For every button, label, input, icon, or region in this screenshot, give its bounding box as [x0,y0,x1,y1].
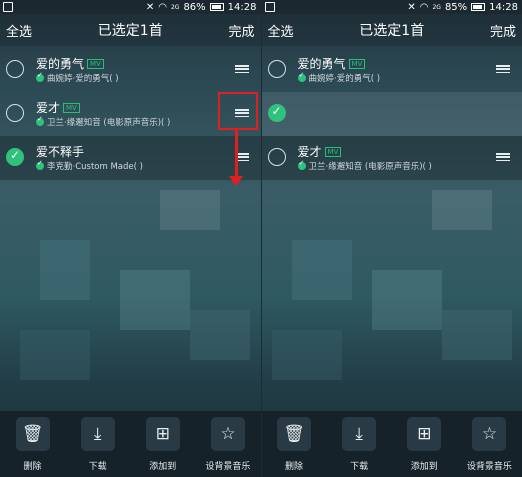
song-artist: 曲婉婷·爱的勇气( ) [308,74,381,84]
song-artist: 卫兰·缘邂知音 (电影原声音乐)( ) [308,162,432,172]
download-label: 下载 [350,462,369,472]
drag-handle-icon[interactable] [496,153,510,161]
title-bar: 全选 已选定1首 完成 [261,14,522,46]
screenshot-icon [3,2,13,12]
mute-icon: ✕ [145,1,155,13]
add-to-button[interactable]: ⊞ 添加到 [135,417,191,472]
drag-ghost [261,92,522,136]
mv-badge: MV [348,59,366,69]
select-radio[interactable] [267,148,286,166]
wifi-icon: ◠ [158,1,167,13]
select-all-button[interactable]: 全选 [268,21,294,40]
done-button[interactable]: 完成 [228,21,254,40]
delete-label: 删除 [285,462,304,472]
song-artist: 曲婉婷·爱的勇气( ) [47,74,119,84]
title-bar: 全选 已选定1首 完成 [0,14,261,46]
trash-icon: 🗑 [15,417,50,451]
trash-icon: 🗑 [277,417,312,451]
screenshot-icon [264,2,275,12]
status-bar: ✕ ◠ 2G 85% 14:28 [261,0,522,14]
page-title: 已选定1首 [359,23,425,39]
downloaded-icon [36,159,44,170]
annotation-arrow-head [229,176,243,186]
drag-handle-icon[interactable] [234,65,249,73]
page-title: 已选定1首 [97,23,163,39]
add-to-icon: ⊞ [407,417,442,451]
download-label: 下载 [88,462,107,472]
drag-handle-icon[interactable] [496,65,510,73]
add-to-label: 添加到 [149,462,177,472]
delete-button[interactable]: 🗑 删除 [266,417,322,472]
select-all-button[interactable]: 全选 [6,21,32,40]
list-item[interactable]: 爱才MV 卫兰·缘邂知音 (电影原声音乐)( ) [261,136,522,180]
left-screen: ✕ ◠ 2G 86% 14:28 全选 已选定1首 完成 爱的勇气MV 曲婉婷·… [0,0,261,477]
mv-badge: MV [63,103,80,113]
set-background-music-label: 设背景音乐 [205,462,251,472]
add-to-icon: ⊞ [145,417,180,451]
song-artist: 李克勤·Custom Made( ) [47,162,143,172]
annotation-arrow [235,130,238,180]
bottom-toolbar: 🗑 删除 ⤓ 下载 ⊞ 添加到 ☆ 设背景音乐 [261,411,522,477]
battery-icon [471,3,486,11]
annotation-highlight-box [218,92,258,130]
clock: 14:28 [227,1,257,13]
add-to-label: 添加到 [410,462,438,472]
select-radio[interactable] [267,104,286,122]
list-item[interactable]: 爱不释手 李克勤·Custom Made( ) [0,136,261,180]
set-background-music-button[interactable]: ☆ 设背景音乐 [461,417,517,472]
mv-badge: MV [87,59,104,69]
delete-label: 删除 [23,462,42,472]
song-title: 爱的勇气 [297,57,346,71]
list-item[interactable]: 爱的勇气MV 曲婉婷·爱的勇气( ) [262,48,522,92]
song-list: 爱的勇气MV 曲婉婷·爱的勇气( ) 爱才MV 卫兰·缘邂知音 (电影原声音乐)… [261,48,522,180]
download-icon: ⤓ [342,417,377,451]
downloaded-icon [36,115,44,126]
download-icon: ⤓ [80,417,115,451]
set-background-music-button[interactable]: ☆ 设背景音乐 [200,417,256,472]
downloaded-icon [297,71,306,82]
battery-percent: 85% [444,1,468,13]
wifi-icon: ◠ [419,1,429,13]
song-title: 爱的勇气 [36,57,85,71]
song-title: 爱才 [36,101,61,115]
status-bar: ✕ ◠ 2G 86% 14:28 [0,0,261,14]
add-to-button[interactable]: ⊞ 添加到 [396,417,452,472]
downloaded-icon [297,159,306,170]
star-icon: ☆ [210,417,245,451]
signal-label: 2G [432,3,441,11]
star-icon: ☆ [472,417,507,451]
song-title: 爱才 [297,145,322,159]
dragging-list-item[interactable] [261,92,522,136]
select-radio[interactable] [6,60,24,78]
clock: 14:28 [489,1,518,13]
select-radio[interactable] [267,60,286,78]
battery-icon [209,3,224,11]
song-title: 爱不释手 [36,145,85,159]
select-radio[interactable] [6,148,24,166]
download-button[interactable]: ⤓ 下载 [70,417,126,472]
set-background-music-label: 设背景音乐 [466,462,512,472]
battery-percent: 86% [183,1,206,13]
list-item[interactable]: 爱的勇气MV 曲婉婷·爱的勇气( ) [0,48,261,92]
song-artist: 卫兰·缘邂知音 (电影原声音乐)( ) [47,118,171,128]
download-button[interactable]: ⤓ 下载 [331,417,387,472]
select-radio[interactable] [6,104,24,122]
delete-button[interactable]: 🗑 删除 [5,417,61,472]
mv-badge: MV [324,147,342,157]
mute-icon: ✕ [407,1,416,13]
bottom-toolbar: 🗑 删除 ⤓ 下载 ⊞ 添加到 ☆ 设背景音乐 [0,411,261,477]
signal-label: 2G [170,3,180,11]
done-button[interactable]: 完成 [490,21,516,40]
downloaded-icon [36,71,44,82]
right-screen: ✕ ◠ 2G 85% 14:28 全选 已选定1首 完成 爱的勇气MV 曲婉婷·… [261,0,522,477]
